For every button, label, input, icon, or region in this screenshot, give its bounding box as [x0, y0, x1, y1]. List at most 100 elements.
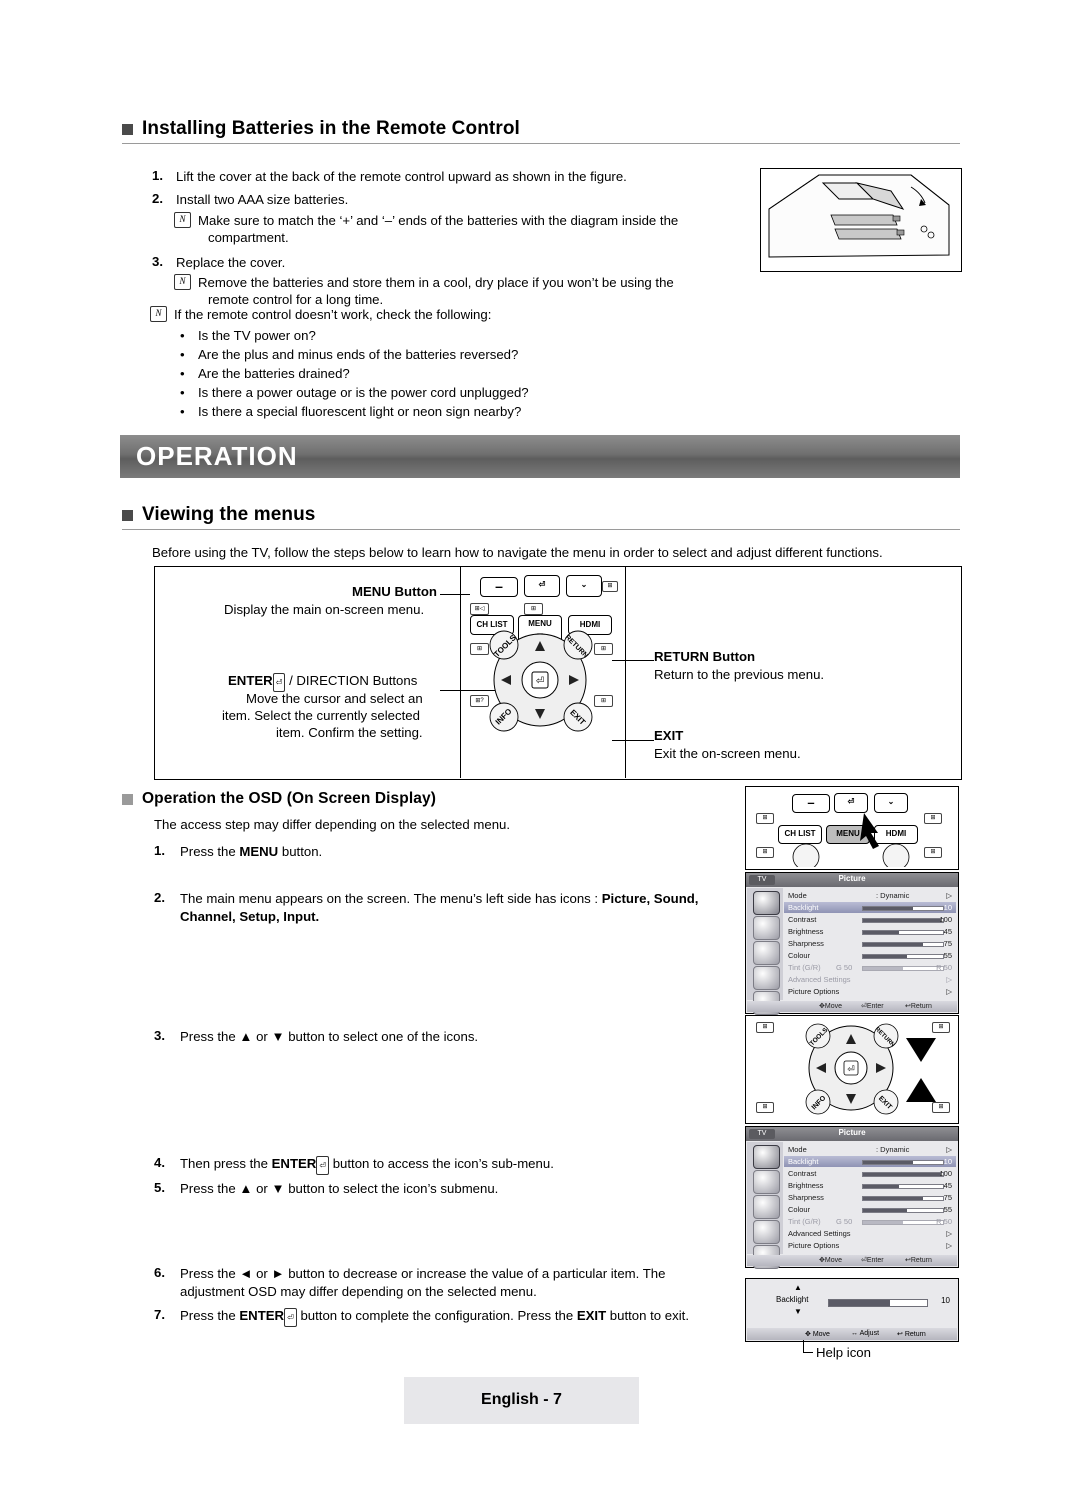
step-number: 3. [152, 254, 163, 269]
step-text: Then press the ENTER ⏎ button to access t… [180, 1155, 740, 1175]
operation-banner: OPERATION [120, 435, 960, 478]
osd-row-label: Advanced Settings [788, 1229, 851, 1238]
osd-row-colour[interactable]: Colour 55 [784, 1204, 956, 1215]
step-number: 3. [154, 1028, 165, 1043]
osd-slider[interactable] [862, 1172, 944, 1177]
step-number: 4. [154, 1155, 165, 1170]
step-number: 1. [154, 843, 165, 858]
osd-row-picture-options[interactable]: Picture Options ▷ [784, 986, 956, 997]
heading-bullet-icon [122, 123, 133, 135]
osd-row-contrast[interactable]: Contrast 100 [784, 1168, 956, 1179]
osd-footer-return-label: Return [904, 1331, 926, 1338]
adjust-slider[interactable] [828, 1299, 928, 1307]
step-text-cont: Channel, Setup, Input. [180, 909, 320, 924]
step-part: Press the [180, 844, 240, 859]
osd-row-tint[interactable]: Tint (G/R) G 50 R 50 [784, 1216, 956, 1227]
osd-row-label: Contrast [788, 915, 817, 924]
osd-icon-setup[interactable] [753, 1220, 780, 1244]
osd-row-label: Brightness [788, 1181, 824, 1190]
osd-row-label: Tint (G/R) [788, 1217, 821, 1226]
osd-slider[interactable] [862, 966, 944, 971]
osd-row-colour[interactable]: Colour 55 [784, 950, 956, 961]
osd-icon-channel[interactable] [753, 941, 780, 965]
page-footer: English - 7 [404, 1377, 639, 1424]
check-item: Are the batteries drained? [198, 366, 350, 381]
osd-slider[interactable] [862, 942, 944, 947]
note-icon: N [174, 212, 191, 228]
osd-slider[interactable] [862, 1196, 944, 1201]
osd-slider[interactable] [862, 1184, 944, 1189]
callout-leader-line [440, 594, 470, 595]
osd-footer-return: ↩ Return [905, 1003, 932, 1010]
osd-row-label: Contrast [788, 1169, 817, 1178]
osd-icon-picture[interactable] [753, 1145, 780, 1169]
check-bullet: • [180, 347, 185, 362]
osd-icon-picture[interactable] [753, 891, 780, 915]
osd-row-brightness[interactable]: Brightness 45 [784, 1180, 956, 1191]
heading-bullet-icon [122, 509, 133, 521]
osd-icon-setup[interactable] [753, 966, 780, 990]
osd-row-mode[interactable]: Mode : Dynamic ▷ [784, 1144, 956, 1155]
note-text: Remove the batteries and store them in a… [198, 275, 674, 290]
step-part-bold: ENTER [239, 1308, 285, 1323]
callout-exit-desc: Exit the on-screen menu. [654, 746, 801, 761]
note-icon: N [174, 274, 191, 290]
osd-slider[interactable] [862, 1160, 944, 1165]
osd-row-label: Picture Options [788, 987, 840, 996]
heading-rule [122, 529, 960, 530]
osd-row-value: 75 [943, 939, 952, 948]
callout-menu-title-text: MENU Button [352, 584, 437, 599]
osd-icon-sound[interactable] [753, 916, 780, 940]
osd-row-contrast[interactable]: Contrast 100 [784, 914, 956, 925]
osd-row-label: Mode [788, 1145, 807, 1154]
osd-row-sharpness[interactable]: Sharpness 75 [784, 1192, 956, 1203]
osd-row-advanced-settings[interactable]: Advanced Settings ▷ [784, 974, 956, 985]
osd-row-mode[interactable]: Mode : Dynamic ▷ [784, 890, 956, 901]
osd-slider[interactable] [862, 1220, 944, 1225]
osd-row-advanced-settings[interactable]: Advanced Settings ▷ [784, 1228, 956, 1239]
osd-row-backlight[interactable]: Backlight 10 [784, 1156, 956, 1167]
help-icon-label: Help icon [816, 1345, 871, 1360]
osd-footer-adjust-item: ↔ Adjust [851, 1330, 880, 1337]
callout-enter-title: ENTER ⏎ / DIRECTION Buttons [228, 672, 417, 692]
step-part: button to access the icon’s sub-menu. [329, 1156, 554, 1171]
osd-row-brightness[interactable]: Brightness 45 [784, 926, 956, 937]
osd-row-value: 45 [943, 1181, 952, 1190]
osd-picture-menu-2: TV Picture Mode : Dynamic ▷ Backlight 10… [745, 1126, 959, 1269]
step-part-bold: EXIT [576, 1308, 607, 1323]
osd-row-value: 10 [943, 1157, 952, 1166]
osd-picture-menu: TV Picture Mode : Dynamic ▷ Backlight 10… [745, 872, 959, 1015]
osd-footer-enter-label: Enter [866, 1003, 884, 1010]
osd-row-picture-options[interactable]: Picture Options ▷ [784, 1240, 956, 1251]
osd-slider[interactable] [862, 918, 944, 923]
note-text: If the remote control doesn’t work, chec… [174, 307, 492, 322]
remote-panel-left-divider [460, 566, 461, 778]
step-number: 1. [152, 168, 163, 183]
osd-footer-move-label: Move [812, 1331, 830, 1338]
osd-slider[interactable] [862, 930, 944, 935]
step-text: The main menu appears on the screen. The… [180, 890, 740, 907]
heading-text: Operation the OSD (On Screen Display) [142, 790, 436, 807]
osd-slider[interactable] [862, 906, 944, 911]
osd-footer-move: ✥ Move [819, 1003, 842, 1010]
step-part-bold: Picture, Sound, [601, 891, 699, 906]
osd-row-label: Colour [788, 1205, 811, 1214]
remote-detail-drawing: – ⏎ ⌄ ⊞◁ ⊞ ⊞ CH LIST MENU▥ HDMI ⊞ ⊞ ⊞? ⊞… [462, 567, 624, 777]
osd-row-arrow: ▷ [946, 975, 952, 984]
osd-slider[interactable] [862, 954, 944, 959]
osd-row-value: 55 [943, 951, 952, 960]
help-leader-vertical [803, 1340, 804, 1352]
osd-row-backlight[interactable]: Backlight 10 [784, 902, 956, 913]
osd-row-value: 75 [943, 1193, 952, 1202]
intro-text: Before using the TV, follow the steps be… [152, 545, 883, 560]
osd-slider[interactable] [862, 1208, 944, 1213]
osd-icon-column [747, 1142, 783, 1269]
osd-icon-sound[interactable] [753, 1170, 780, 1194]
osd-row-sharpness[interactable]: Sharpness 75 [784, 938, 956, 949]
step-part: Press the [180, 1308, 240, 1323]
osd-row-tint[interactable]: Tint (G/R) G 50 R 50 [784, 962, 956, 973]
remote-direction-svg: ⏎ TOOLS RETURN INFO EXIT [805, 1023, 936, 1115]
osd-icon-channel[interactable] [753, 1195, 780, 1219]
callout-enter-desc2: item. Select the currently selected [222, 708, 420, 723]
osd-adjust-bar: ▲ Backlight ▼ 10 ✥ Move ↔ Adjust ↩ Retur… [745, 1278, 959, 1342]
